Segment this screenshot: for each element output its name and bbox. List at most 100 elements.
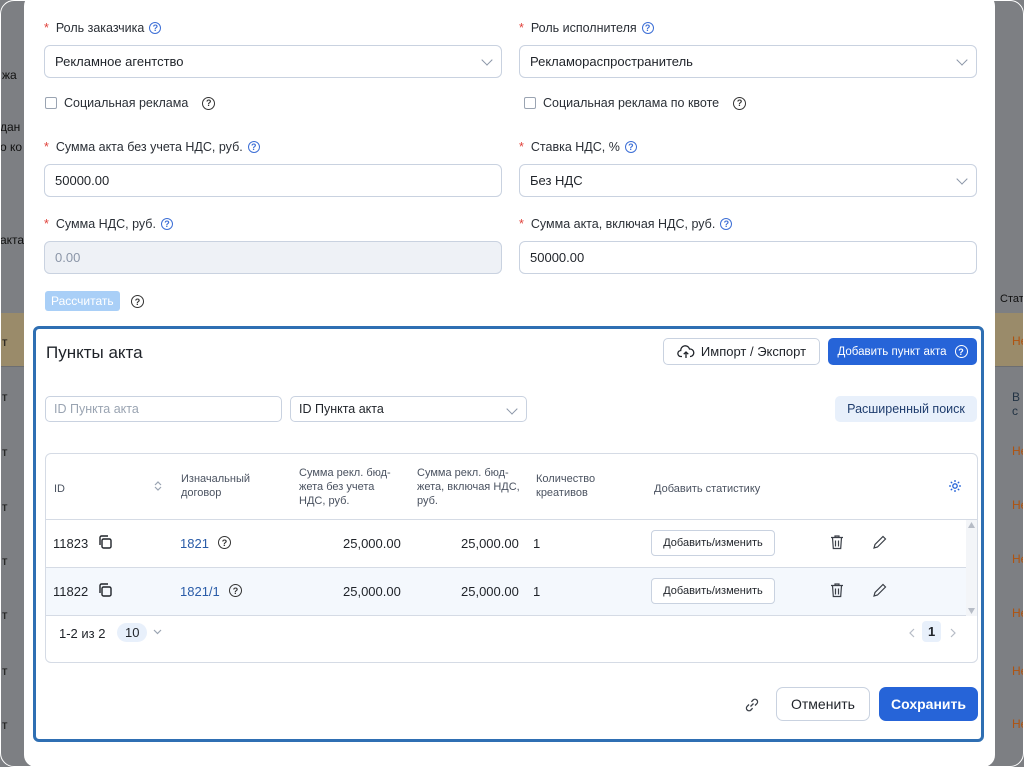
social-ad-quota-checkbox[interactable] xyxy=(524,97,536,109)
bg-cell: т xyxy=(2,718,8,732)
import-export-button[interactable]: Импорт / Экспорт xyxy=(663,338,820,365)
select-value: Рекламное агентство xyxy=(55,54,184,69)
contract-link[interactable]: 1821 xyxy=(180,536,209,551)
social-ad-checkbox[interactable] xyxy=(45,97,57,109)
help-icon[interactable]: ? xyxy=(733,96,747,110)
col-sum-no-vat: Сумма рекл. бюд-жета без учета НДС, руб. xyxy=(299,466,391,508)
chevron-down-icon xyxy=(506,403,518,415)
button-label: Импорт / Экспорт xyxy=(700,344,807,359)
label-text: Сумма акта без учета НДС, руб. xyxy=(55,140,243,154)
advanced-search-button[interactable]: Расширенный поиск xyxy=(835,396,977,422)
input-value: 50000.00 xyxy=(55,173,110,188)
pencil-icon[interactable] xyxy=(872,534,888,550)
scroll-up-icon[interactable] xyxy=(968,522,975,528)
bg-badge: Не xyxy=(1012,717,1024,731)
header-line: креативов xyxy=(536,487,588,499)
save-button[interactable]: Сохранить xyxy=(879,687,978,721)
copy-icon[interactable] xyxy=(97,534,113,550)
help-icon[interactable]: ? xyxy=(247,141,260,153)
scroll-down-icon[interactable] xyxy=(968,608,975,614)
bg-text: о ко xyxy=(0,140,23,154)
bg-badge: Не xyxy=(1012,334,1024,348)
role-executor-select[interactable]: Рекламораспространитель xyxy=(519,45,977,78)
help-icon[interactable]: ? xyxy=(720,218,733,230)
copy-icon[interactable] xyxy=(97,582,113,598)
sum-without-vat-label: * Сумма акта без учета НДС, руб.? xyxy=(44,140,260,154)
cloud-upload-icon xyxy=(677,344,695,358)
col-id[interactable]: ID xyxy=(54,482,65,496)
help-icon: ? xyxy=(954,345,968,358)
bg-cell: т xyxy=(2,608,8,622)
sum-without-vat-input[interactable]: 50000.00 xyxy=(44,164,502,197)
per-page-select[interactable]: 10 xyxy=(117,621,163,643)
section-title: Пункты акта xyxy=(46,343,143,362)
bg-badge: Не xyxy=(1012,606,1024,620)
label-text: Сумма НДС, руб. xyxy=(55,217,156,231)
vat-sum-input: 0.00 xyxy=(44,241,502,274)
social-ad-label: Социальная реклама? xyxy=(64,96,216,110)
chevron-down-icon xyxy=(154,629,162,635)
bg-badge: Не xyxy=(1012,552,1024,566)
bg-text: дан xyxy=(0,120,21,134)
cell-id: 11822 xyxy=(53,584,89,599)
search-input[interactable]: ID Пункта акта xyxy=(45,396,282,422)
gear-icon[interactable] xyxy=(948,479,962,493)
header-line: руб. xyxy=(417,495,438,507)
help-icon[interactable]: ? xyxy=(229,584,242,597)
vat-rate-label: * Ставка НДС, %? xyxy=(519,140,637,154)
filter-field-select[interactable]: ID Пункта акта xyxy=(290,396,527,422)
chevron-right-icon[interactable] xyxy=(950,628,956,638)
bg-text: Стат xyxy=(1000,293,1024,305)
act-items-section: Пункты акта Импорт / Экспорт Добавить пу… xyxy=(33,326,984,742)
social-ad-quota-label: Социальная реклама по квоте? xyxy=(543,96,747,110)
bg-badge: Не xyxy=(1012,498,1024,512)
bg-badge: Не xyxy=(1012,664,1024,678)
chevron-left-icon[interactable] xyxy=(909,628,915,638)
col-sum-vat: Сумма рекл. бюд-жета, включая НДС, руб. xyxy=(417,466,520,508)
help-icon[interactable]: ? xyxy=(131,295,144,308)
trash-icon[interactable] xyxy=(830,582,844,598)
table-scrollbar[interactable] xyxy=(966,520,977,616)
sum-with-vat-input[interactable]: 50000.00 xyxy=(519,241,977,274)
input-value: 50000.00 xyxy=(530,250,585,265)
select-value: Без НДС xyxy=(530,173,583,188)
pencil-icon[interactable] xyxy=(872,582,888,598)
sort-icon[interactable] xyxy=(154,480,162,492)
select-value: Рекламораспространитель xyxy=(530,54,693,69)
header-line: договор xyxy=(181,487,222,499)
bg-cell: т xyxy=(2,335,8,349)
add-act-item-button[interactable]: Добавить пункт акта ? xyxy=(828,338,977,365)
trash-icon[interactable] xyxy=(830,534,844,550)
help-icon[interactable]: ? xyxy=(624,141,637,153)
help-icon[interactable]: ? xyxy=(149,22,162,34)
link-icon[interactable] xyxy=(743,696,761,714)
calculate-button[interactable]: Рассчитать xyxy=(45,291,120,311)
label-text: Социальная реклама xyxy=(64,96,189,110)
header-line: НДС, руб. xyxy=(299,495,350,507)
cell-qty: 1 xyxy=(533,536,541,551)
header-line: Сумма рекл. бюд- xyxy=(417,467,509,479)
cell-id: 11823 xyxy=(53,536,89,551)
role-customer-select[interactable]: Рекламное агентство xyxy=(44,45,502,78)
role-executor-label: * Роль исполнителя? xyxy=(519,21,654,35)
button-label: Добавить пункт акта xyxy=(837,345,947,358)
help-icon[interactable]: ? xyxy=(160,218,173,230)
help-icon[interactable]: ? xyxy=(202,96,216,110)
add-stats-button[interactable]: Добавить/изменить xyxy=(651,530,775,556)
add-stats-button[interactable]: Добавить/изменить xyxy=(651,578,775,604)
header-line: Сумма рекл. бюд- xyxy=(299,467,391,479)
bg-cell: т xyxy=(2,664,8,678)
help-icon[interactable]: ? xyxy=(218,536,231,549)
role-customer-label: * Роль заказчика? xyxy=(44,21,162,35)
bg-cell: т xyxy=(2,500,8,514)
table-row: 11822 1821/1 ? 25,000.00 25,000.00 1 Доб… xyxy=(46,568,968,616)
table-row: 11823 1821 ? 25,000.00 25,000.00 1 Добав… xyxy=(46,520,968,568)
vat-rate-select[interactable]: Без НДС xyxy=(519,164,977,197)
bg-text: акта xyxy=(0,233,25,247)
page-number[interactable]: 1 xyxy=(922,621,942,642)
bg-text: жа xyxy=(2,68,17,82)
header-line: Количество xyxy=(536,473,596,485)
contract-link[interactable]: 1821/1 xyxy=(180,584,220,599)
help-icon[interactable]: ? xyxy=(641,22,654,34)
cancel-button[interactable]: Отменить xyxy=(776,687,870,721)
